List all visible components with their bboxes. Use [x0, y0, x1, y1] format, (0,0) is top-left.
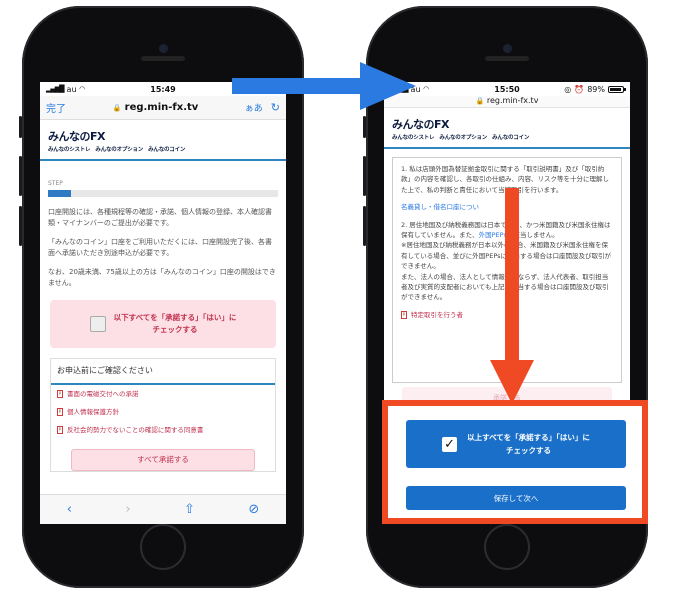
confirm-card: お申込前にご確認ください P 書面の電磁交付への承諾 P 個人情報保護方針 P 反社会…: [50, 358, 276, 472]
pdf-icon: P: [57, 425, 63, 434]
main-content: STEP 口座開設には、各種規程等の確認・承諾、個人情報の登録、本人確認書類・マ…: [40, 161, 286, 482]
intro-paragraph: なお、20歳未満、75歳以上の方は「みんなのコイン」口座の開設はできません。: [48, 267, 276, 287]
save-next-button[interactable]: 保存して次へ: [406, 486, 626, 510]
right-arrow-icon: [232, 62, 416, 110]
front-camera: [159, 44, 168, 53]
specified-transaction-label: 特定取引を行う者: [411, 310, 463, 319]
url-text: reg.min-fx.tv: [124, 102, 199, 113]
check-all-button-checked[interactable]: ✓ 以上すべてを「承諾する」「はい」に チェックする: [406, 420, 626, 468]
logo-sub: みんなのオプション: [439, 135, 488, 141]
step-label: STEP: [48, 180, 63, 187]
check-all-line: チェックする: [152, 325, 198, 335]
intro-paragraph: 口座開設には、各種規程等の確認・承諾、個人情報の登録、本人確認書類・マイナンバー…: [48, 208, 272, 228]
check-all-label: 以上すべてを「承諾する」「はい」に チェックする: [467, 431, 590, 458]
confirm-header: お申込前にご確認ください: [51, 359, 275, 385]
pdf-icon: P: [57, 407, 63, 416]
check-all-line: チェックする: [506, 446, 551, 455]
logo-sub: みんなのコイン: [148, 147, 186, 153]
check-all-line: 以上すべてを「承諾する」「はい」に: [467, 432, 590, 442]
pdf-icon: P: [401, 310, 407, 319]
highlight-callout: ✓ 以上すべてを「承諾する」「はい」に チェックする 保存して次へ: [382, 400, 648, 524]
document-link[interactable]: P 書面の電磁交付への承諾: [51, 385, 275, 403]
approve-all-button[interactable]: すべて承諾する: [71, 448, 255, 471]
progress-fill: [48, 190, 71, 198]
safari-url-bar[interactable]: 🔒 reg.min-fx.tv: [384, 96, 630, 108]
logo-sub: みんなのシストレ: [48, 147, 91, 153]
status-time: 15:50: [494, 84, 520, 94]
logo-subbrands: みんなのシストレ みんなのオプション みんなのコイン: [392, 133, 622, 141]
document-link-label: 反社会的勢力でないことの確認に関する同意書: [67, 425, 204, 434]
site-logo: みんなのFX みんなのシストレ みんなのオプション みんなのコイン: [384, 108, 630, 149]
compass-icon[interactable]: ⊘: [248, 502, 259, 517]
share-icon[interactable]: ⇧: [184, 502, 195, 517]
logo-sub: みんなのコイン: [492, 135, 530, 141]
document-link-label: 個人情報保護方針: [67, 407, 119, 416]
document-link[interactable]: P 個人情報保護方針: [51, 403, 275, 421]
lock-icon: 🔒: [112, 104, 122, 112]
lock-icon: 🔒: [475, 97, 485, 105]
down-arrow-icon: [490, 188, 534, 404]
check-all-box[interactable]: 以下すべてを「承諾する」「はい」に チェックする: [50, 300, 276, 349]
site-logo: みんなのFX みんなのシストレ みんなのオプション みんなのコイン: [40, 120, 286, 161]
pdf-icon: P: [57, 389, 63, 398]
document-link[interactable]: P 反社会的勢力でないことの確認に関する同意書: [51, 421, 275, 439]
logo-brand: みんなのFX: [392, 118, 450, 131]
url-field[interactable]: 🔒 reg.min-fx.tv: [66, 102, 245, 113]
checkmark-icon[interactable]: ✓: [442, 436, 458, 452]
speaker-grille: [141, 56, 185, 61]
check-all-label: 以下すべてを「承諾する」「はい」に チェックする: [114, 312, 237, 338]
status-bar: ▂▄▆█ au ◠ 15:50 ◎ ⏰ 89%: [384, 82, 630, 96]
logo-sub: みんなのシストレ: [392, 135, 435, 141]
battery-icon: [608, 85, 626, 93]
home-button[interactable]: [140, 524, 186, 570]
check-all-checkbox[interactable]: [89, 316, 106, 333]
forward-icon[interactable]: ›: [125, 502, 130, 517]
back-icon[interactable]: ‹: [67, 502, 72, 517]
check-all-line: 以下すべてを「承諾する」「はい」に: [113, 312, 237, 322]
logo-brand: みんなのFX: [48, 130, 106, 143]
logo-subbrands: みんなのシストレ みんなのオプション みんなのコイン: [48, 145, 278, 153]
logo-sub: みんなのオプション: [95, 147, 144, 153]
document-link-label: 書面の電磁交付への承諾: [67, 389, 139, 398]
left-screen: ▂▄▆█ au ◠ 15:49 完了 🔒 reg.min-fx.tv ぁあ ↻ …: [40, 82, 286, 524]
intro-paragraph: 「みんなのコイン」口座をご利用いただくには、口座開設完了後、各書面へ承諾いただき…: [48, 237, 272, 257]
front-camera: [503, 44, 512, 53]
done-button[interactable]: 完了: [46, 100, 66, 115]
url-text: reg.min-fx.tv: [486, 96, 539, 105]
home-button[interactable]: [484, 524, 530, 570]
speaker-grille: [485, 56, 529, 61]
safari-toolbar: ‹ › ⇧ ⊘: [40, 494, 286, 524]
step-progress-bar: [48, 190, 278, 198]
